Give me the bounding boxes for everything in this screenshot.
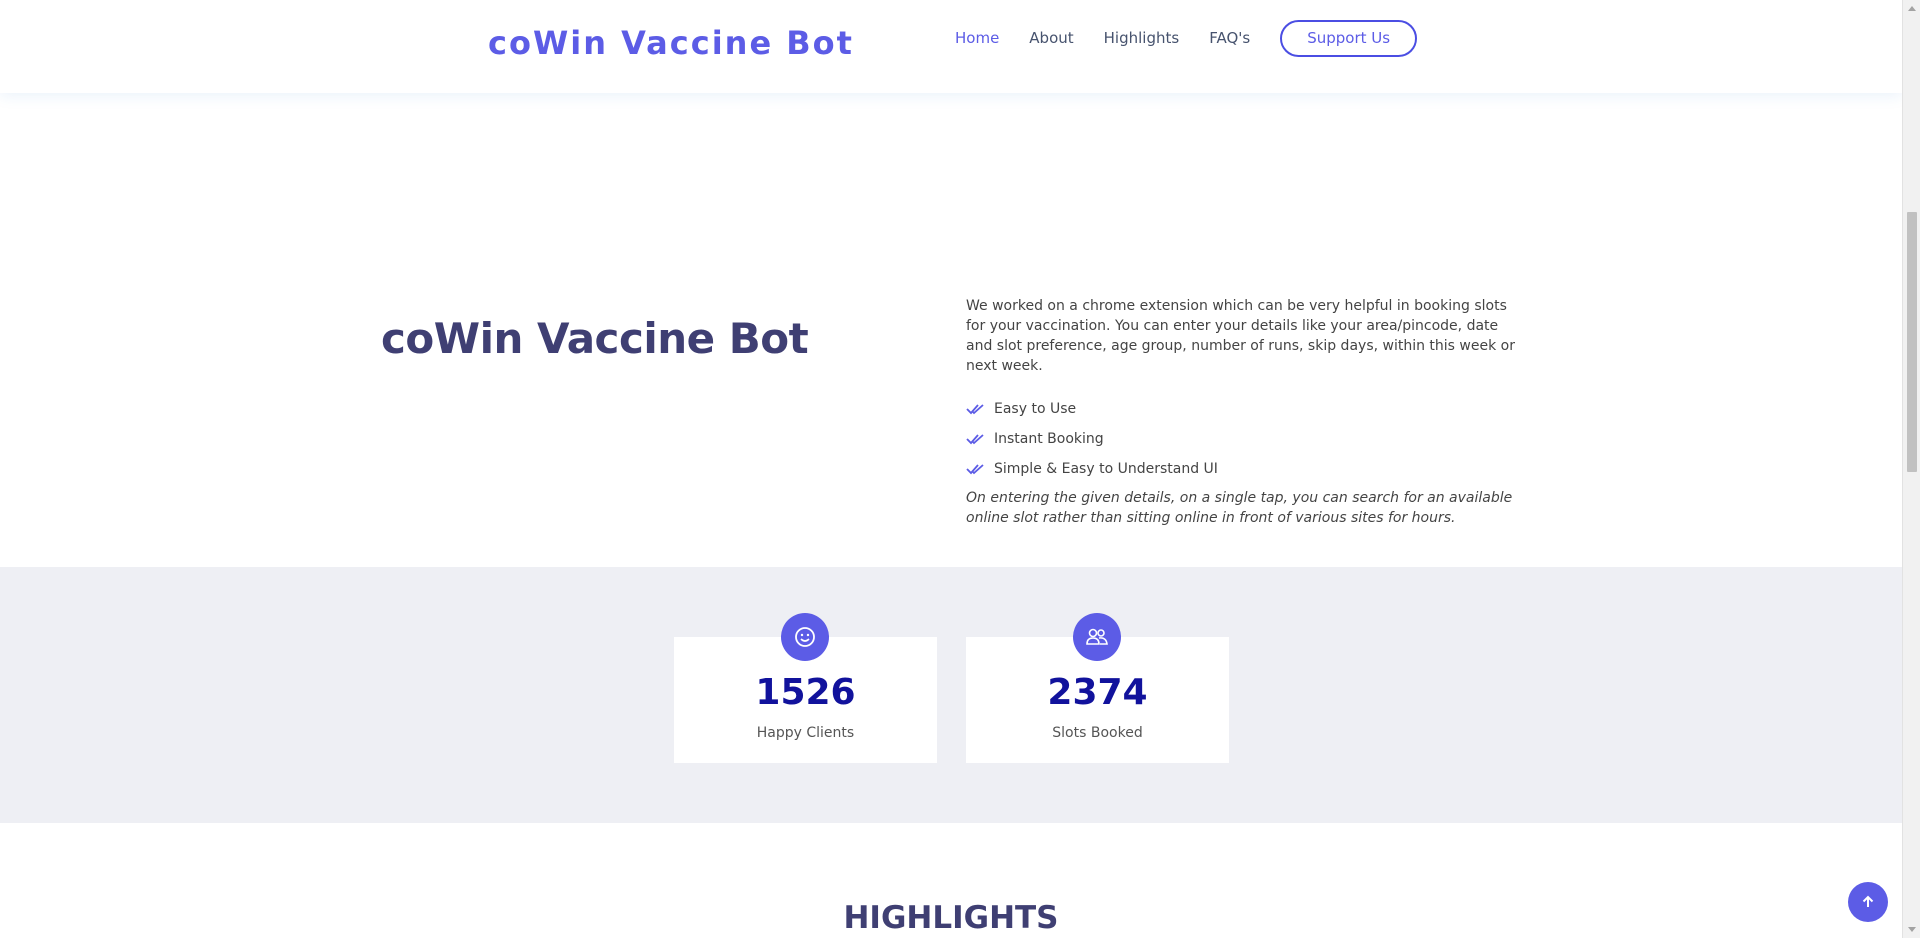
- about-description: We worked on a chrome extension which ca…: [966, 298, 1515, 374]
- count-label: Slots Booked: [1052, 725, 1143, 741]
- double-check-icon: [966, 464, 984, 475]
- about-section: We worked on a chrome extension which ca…: [966, 296, 1526, 528]
- nav-home[interactable]: Home: [955, 29, 999, 47]
- count-box-slots-booked: 2374 Slots Booked: [966, 613, 1229, 763]
- nav-faqs[interactable]: FAQ's: [1209, 29, 1250, 47]
- double-check-icon: [966, 434, 984, 445]
- page-scrollbar[interactable]: [1902, 0, 1920, 938]
- feature-item: Easy to Use: [966, 394, 1526, 424]
- feature-label: Simple & Easy to Understand UI: [994, 461, 1218, 477]
- count-box-happy-clients: 1526 Happy Clients: [674, 613, 937, 763]
- smiley-icon: [781, 613, 829, 661]
- site-header: coWin Vaccine Bot Home About Highlights …: [0, 0, 1902, 93]
- page: coWin Vaccine Bot Home About Highlights …: [0, 0, 1902, 938]
- feature-label: Easy to Use: [994, 401, 1077, 417]
- feature-label: Instant Booking: [994, 431, 1104, 447]
- counts-section: 1526 Happy Clients 2374 Slots Booked: [0, 567, 1902, 823]
- count-label: Happy Clients: [756, 725, 855, 741]
- main-nav: Home About Highlights FAQ's Support Us: [955, 19, 1418, 57]
- nav-about[interactable]: About: [1029, 29, 1073, 47]
- arrow-up-icon: [1862, 895, 1874, 907]
- count-number: 2374: [1047, 672, 1148, 713]
- support-us-button[interactable]: Support Us: [1280, 19, 1418, 57]
- back-to-top-button[interactable]: [1848, 882, 1888, 922]
- scroll-thumb[interactable]: [1907, 212, 1917, 472]
- users-icon: [1073, 613, 1121, 661]
- feature-item: Instant Booking: [966, 424, 1526, 454]
- hero-title: coWin Vaccine Bot: [381, 314, 809, 363]
- double-check-icon: [966, 404, 984, 415]
- feature-item: Simple & Easy to Understand UI: [966, 454, 1526, 484]
- scroll-down-arrow-icon[interactable]: [1908, 927, 1916, 932]
- site-logo[interactable]: coWin Vaccine Bot: [488, 24, 854, 62]
- nav-highlights[interactable]: Highlights: [1104, 29, 1180, 47]
- scroll-up-arrow-icon[interactable]: [1908, 6, 1916, 11]
- feature-list: Easy to Use Instant Booking Simple & Eas…: [966, 394, 1526, 484]
- about-note: On entering the given details, on a sing…: [966, 490, 1513, 526]
- highlights-title: HIGHLIGHTS: [843, 900, 1059, 936]
- count-number: 1526: [755, 672, 856, 713]
